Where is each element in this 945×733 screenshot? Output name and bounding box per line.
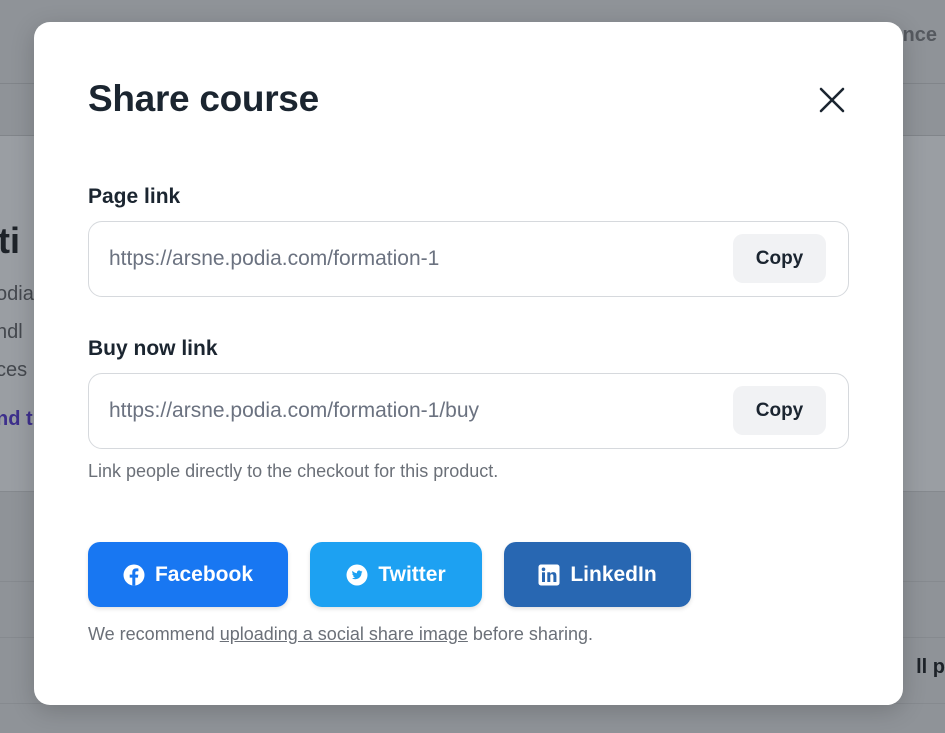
background-text-fragment: ndl (0, 321, 23, 343)
page-link-input[interactable] (109, 222, 709, 295)
recommend-prefix: We recommend (88, 624, 220, 644)
share-twitter-button[interactable]: Twitter (310, 542, 482, 607)
background-button-fragment: ll pro (916, 656, 945, 678)
buy-now-link-label: Buy now link (88, 337, 218, 360)
facebook-icon (123, 564, 145, 586)
share-course-modal: Share course Page link Copy Buy now link… (34, 22, 903, 705)
recommend-suffix: before sharing. (467, 624, 593, 644)
background-title-fragment: ti (0, 220, 20, 261)
page-link-field: Copy (88, 221, 849, 297)
copy-buy-now-link-button[interactable]: Copy (733, 386, 826, 435)
share-facebook-button[interactable]: Facebook (88, 542, 288, 607)
copy-page-link-button[interactable]: Copy (733, 234, 826, 283)
modal-title: Share course (88, 78, 319, 119)
facebook-label: Facebook (154, 562, 254, 586)
twitter-label: Twitter (378, 562, 446, 586)
background-text-fragment: ces (0, 359, 28, 381)
upload-share-image-link[interactable]: uploading a social share image (220, 624, 468, 644)
linkedin-icon (538, 564, 560, 586)
buy-now-link-input[interactable] (109, 374, 709, 447)
page-link-label: Page link (88, 185, 181, 208)
buy-now-help-text: Link people directly to the checkout for… (88, 461, 499, 481)
close-button[interactable] (812, 80, 852, 120)
share-image-recommendation: We recommend uploading a social share im… (88, 624, 593, 645)
share-linkedin-button[interactable]: LinkedIn (504, 542, 691, 607)
close-icon (819, 87, 845, 113)
buy-now-link-field: Copy (88, 373, 849, 449)
linkedin-label: LinkedIn (570, 562, 657, 586)
background-text-fragment: odia (0, 283, 34, 305)
background-nav-fragment: nce (902, 24, 937, 46)
twitter-icon (346, 564, 368, 586)
